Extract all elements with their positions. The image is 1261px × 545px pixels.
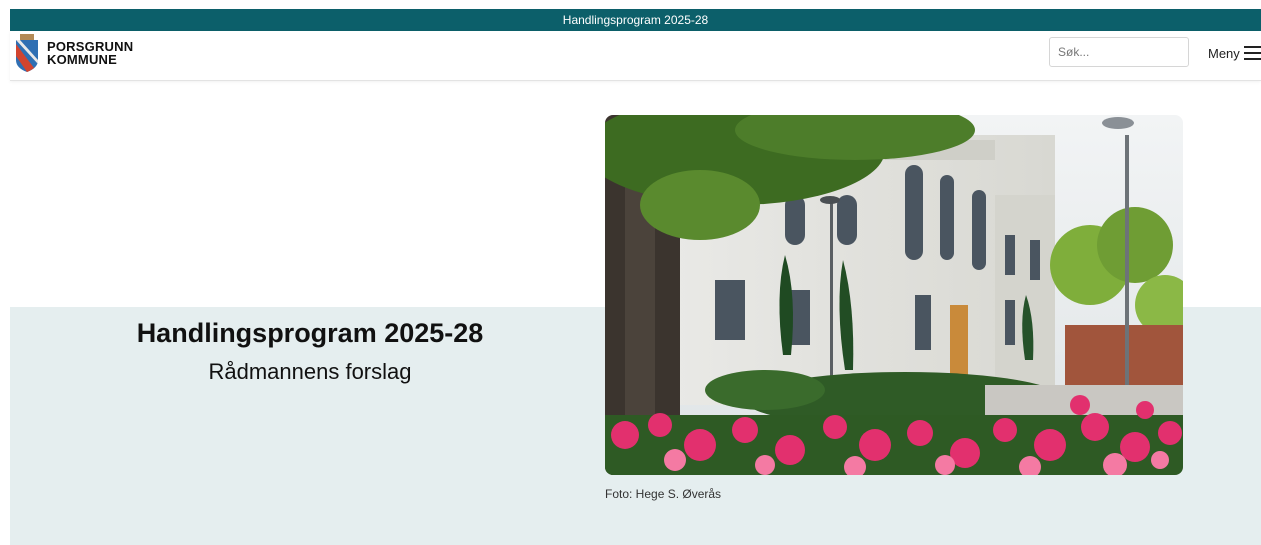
hero-photo	[605, 115, 1183, 475]
logo-link[interactable]: PORSGRUNN KOMMUNE	[14, 34, 133, 72]
hero-text: Handlingsprogram 2025-28 Rådmannens fors…	[10, 318, 610, 385]
page-title: Handlingsprogram 2025-28	[136, 318, 484, 348]
menu-button[interactable]: Meny	[1208, 41, 1261, 65]
page-subtitle: Rådmannens forslag	[208, 359, 412, 384]
site-header: PORSGRUNN KOMMUNE Meny	[10, 31, 1261, 81]
logo-text: PORSGRUNN KOMMUNE	[47, 40, 133, 66]
banner-title: Handlingsprogram 2025-28	[562, 13, 709, 27]
hamburger-icon	[1243, 46, 1261, 60]
search-input[interactable]	[1049, 37, 1189, 67]
photo-caption: Foto: Hege S. Øverås	[605, 487, 722, 501]
coat-of-arms-icon	[16, 34, 38, 72]
town-hall-photo	[605, 115, 1183, 475]
top-banner: Handlingsprogram 2025-28	[10, 9, 1261, 31]
logo-line-2: KOMMUNE	[47, 52, 118, 67]
menu-label: Meny	[1208, 45, 1240, 61]
